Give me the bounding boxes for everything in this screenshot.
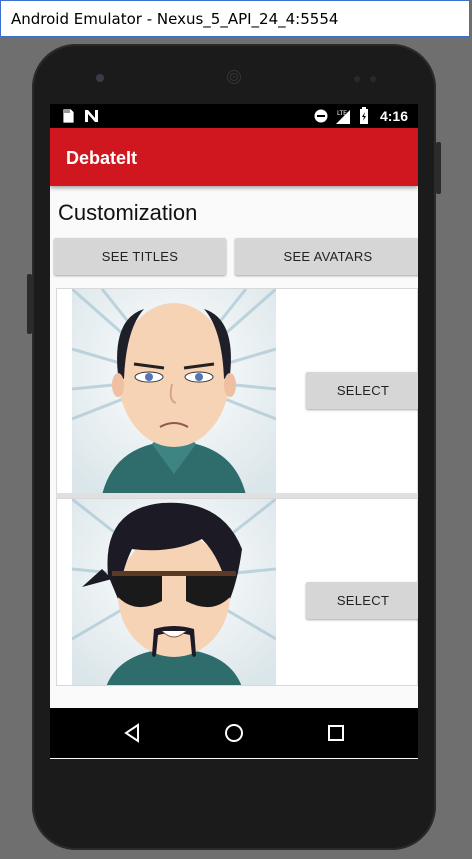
see-titles-button[interactable]: SEE TITLES — [54, 238, 226, 275]
front-camera-icon — [96, 74, 104, 82]
see-avatars-button[interactable]: SEE AVATARS — [235, 238, 418, 275]
select-avatar-button[interactable]: SELECT — [306, 372, 418, 409]
sunglasses-man-avatar — [72, 499, 276, 685]
app-title: DebateIt — [66, 148, 138, 168]
battery-charging-icon — [360, 107, 368, 124]
select-avatar-button[interactable]: SELECT — [306, 582, 418, 619]
lte-signal-icon: LTE — [336, 110, 350, 124]
home-icon[interactable] — [222, 721, 246, 745]
back-icon[interactable] — [120, 721, 144, 745]
svg-text:LTE: LTE — [337, 110, 347, 117]
page-title: Customization — [58, 200, 198, 225]
emulator-titlebar: Android Emulator - Nexus_5_API_24_4:5554 — [0, 0, 470, 37]
recents-icon[interactable] — [324, 721, 348, 745]
app-bar: DebateIt — [50, 128, 418, 186]
sd-card-icon — [62, 109, 74, 123]
n-logo-icon — [85, 110, 98, 122]
bald-man-avatar — [72, 289, 276, 493]
sensor-dot — [370, 76, 376, 82]
avatar-card: SELECT — [56, 288, 418, 494]
sensor-dot — [354, 76, 360, 82]
clock: 4:16 — [379, 108, 408, 124]
status-bar: LTE 4:16 — [50, 104, 418, 128]
device-screen: LTE 4:16 DebateIt Customization SEE TITL… — [50, 104, 418, 759]
do-not-disturb-icon — [314, 109, 328, 123]
earpiece-speaker — [226, 69, 242, 85]
window-title: Android Emulator - Nexus_5_API_24_4:5554 — [11, 10, 339, 28]
avatar-card: SELECT — [56, 498, 418, 686]
volume-button — [27, 274, 32, 334]
power-button — [436, 142, 441, 194]
navigation-bar — [50, 708, 418, 758]
